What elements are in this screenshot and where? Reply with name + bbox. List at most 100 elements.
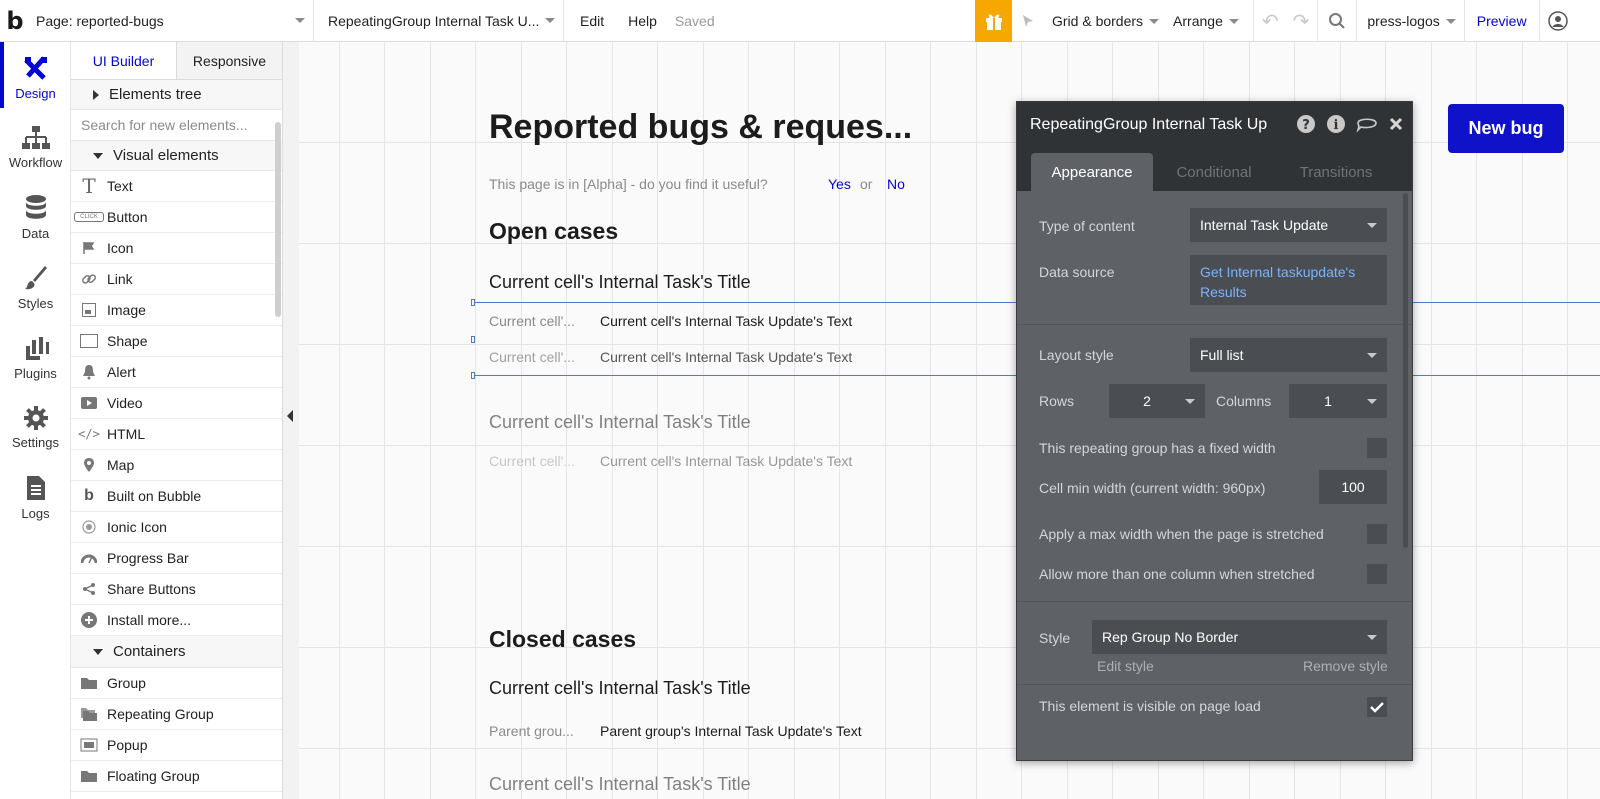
columns-select[interactable]: 1: [1289, 384, 1387, 418]
visible-on-load-checkbox[interactable]: [1367, 697, 1387, 717]
resize-handle[interactable]: [471, 372, 475, 379]
alpha-text[interactable]: This page is in [Alpha] - do you find it…: [489, 176, 768, 192]
type-of-content-select[interactable]: Internal Task Update: [1190, 208, 1387, 242]
preview-button[interactable]: Preview: [1463, 0, 1539, 42]
cell-text[interactable]: Current cell's Internal Task Update's Te…: [600, 453, 852, 469]
element-link[interactable]: Link: [71, 264, 282, 295]
rail-data[interactable]: Data: [0, 182, 71, 252]
cell-title[interactable]: Current cell's Internal Task's Title: [489, 678, 751, 699]
property-editor-scrollbar[interactable]: [1403, 193, 1408, 548]
resize-handle[interactable]: [471, 299, 475, 306]
redo-icon[interactable]: ↷: [1293, 9, 1310, 34]
page-title[interactable]: Reported bugs & reques...: [489, 108, 912, 147]
closed-cases-heading[interactable]: Closed cases: [489, 626, 636, 653]
account-button[interactable]: [1538, 0, 1576, 42]
tab-conditional[interactable]: Conditional: [1153, 153, 1275, 191]
parent-label[interactable]: Parent grou...: [489, 723, 574, 739]
collapse-panel-icon[interactable]: [287, 410, 293, 422]
element-select[interactable]: RepeatingGroup Internal Task U...: [314, 0, 564, 42]
tab-transitions[interactable]: Transitions: [1275, 153, 1397, 191]
property-editor-header[interactable]: RepeatingGroup Internal Task Up ? i: [1017, 102, 1412, 147]
rail-logs[interactable]: Logs: [0, 462, 71, 532]
element-progress-bar[interactable]: Progress Bar: [71, 543, 282, 574]
tab-responsive[interactable]: Responsive: [176, 42, 282, 79]
containers-toggle[interactable]: Containers: [71, 636, 282, 668]
rail-settings[interactable]: Settings: [0, 392, 71, 462]
element-built-on-bubble[interactable]: b Built on Bubble: [71, 481, 282, 512]
gift-button[interactable]: [975, 0, 1012, 42]
rows-select[interactable]: 2: [1109, 384, 1205, 418]
rail-design[interactable]: Design: [0, 42, 71, 112]
element-html[interactable]: </> HTML: [71, 419, 282, 450]
remove-style-link[interactable]: Remove style: [1303, 658, 1388, 674]
builder-tabs: UI Builder Responsive: [71, 42, 282, 80]
element-install-more[interactable]: Install more...: [71, 605, 282, 636]
visual-elements-toggle[interactable]: Visual elements: [71, 141, 282, 171]
help-menu[interactable]: Help: [616, 13, 669, 29]
new-bug-button[interactable]: New bug: [1448, 104, 1564, 153]
element-ionic-icon[interactable]: Ionic Icon: [71, 512, 282, 543]
tab-appearance[interactable]: Appearance: [1031, 153, 1153, 191]
edit-menu[interactable]: Edit: [564, 13, 616, 29]
style-label: Style: [1039, 630, 1071, 646]
cell-min-width-input[interactable]: 100: [1319, 470, 1387, 504]
undo-icon[interactable]: ↶: [1262, 9, 1279, 34]
max-width-checkbox[interactable]: [1367, 524, 1387, 544]
pointer-icon[interactable]: [1020, 13, 1036, 29]
cell-text[interactable]: Current cell's Internal Task Update's Te…: [600, 349, 852, 365]
type-of-content-label: Type of content: [1039, 218, 1135, 234]
page-select[interactable]: Page: reported-bugs: [30, 0, 314, 42]
element-alert[interactable]: Alert: [71, 357, 282, 388]
elements-tree-toggle[interactable]: Elements tree: [71, 80, 282, 110]
more-columns-checkbox[interactable]: [1367, 564, 1387, 584]
cell-title[interactable]: Current cell's Internal Task's Title: [489, 272, 751, 293]
rail-plugins[interactable]: Plugins: [0, 322, 71, 392]
document-icon: [26, 475, 45, 500]
rail-workflow[interactable]: Workflow: [0, 112, 71, 182]
element-group[interactable]: Group: [71, 668, 282, 699]
cell-label[interactable]: Current cell'...: [489, 349, 575, 365]
element-repeating-group[interactable]: Repeating Group: [71, 699, 282, 730]
element-search-input[interactable]: [81, 117, 271, 133]
element-icon[interactable]: Icon: [71, 233, 282, 264]
element-popup[interactable]: Popup: [71, 730, 282, 761]
cell-title[interactable]: Current cell's Internal Task's Title: [489, 774, 751, 795]
cell-title[interactable]: Current cell's Internal Task's Title: [489, 412, 751, 433]
element-map[interactable]: Map: [71, 450, 282, 481]
layout-style-select[interactable]: Full list: [1190, 338, 1387, 372]
cell-label[interactable]: Current cell'...: [489, 453, 575, 469]
grid-borders-menu[interactable]: Grid & borders: [1052, 13, 1143, 29]
element-share-buttons[interactable]: Share Buttons: [71, 574, 282, 605]
close-icon[interactable]: [1388, 116, 1404, 132]
style-select[interactable]: Rep Group No Border: [1092, 620, 1387, 654]
info-icon[interactable]: i: [1326, 114, 1346, 134]
edit-style-link[interactable]: Edit style: [1097, 658, 1154, 674]
parent-text[interactable]: Parent group's Internal Task Update's Te…: [600, 723, 862, 739]
element-shape[interactable]: Shape: [71, 326, 282, 357]
element-image[interactable]: Image: [71, 295, 282, 326]
help-icon[interactable]: ?: [1296, 114, 1316, 134]
element-label: Icon: [107, 240, 134, 256]
rail-styles[interactable]: Styles: [0, 252, 71, 322]
tab-ui-builder[interactable]: UI Builder: [71, 42, 176, 79]
open-cases-heading[interactable]: Open cases: [489, 218, 618, 245]
popup-icon: [71, 738, 107, 752]
arrange-menu[interactable]: Arrange: [1173, 13, 1223, 29]
data-source-expression[interactable]: Get Internal taskupdate's Results: [1190, 255, 1387, 305]
app-select[interactable]: press-logos: [1356, 0, 1463, 42]
resize-handle[interactable]: [471, 336, 475, 343]
cell-text[interactable]: Current cell's Internal Task Update's Te…: [600, 313, 852, 329]
element-floating-group[interactable]: Floating Group: [71, 761, 282, 792]
element-video[interactable]: Video: [71, 388, 282, 419]
search-button[interactable]: [1317, 0, 1356, 42]
panel-scrollbar[interactable]: [275, 122, 281, 317]
element-label: Text: [107, 178, 133, 194]
yes-link[interactable]: Yes: [828, 176, 851, 192]
fixed-width-checkbox[interactable]: [1367, 438, 1387, 458]
bubble-logo[interactable]: b: [0, 0, 30, 42]
comment-icon[interactable]: [1356, 114, 1378, 134]
no-link[interactable]: No: [887, 176, 905, 192]
cell-label[interactable]: Current cell'...: [489, 313, 575, 329]
element-button[interactable]: CLICK Button: [71, 202, 282, 233]
element-text[interactable]: T Text: [71, 171, 282, 202]
